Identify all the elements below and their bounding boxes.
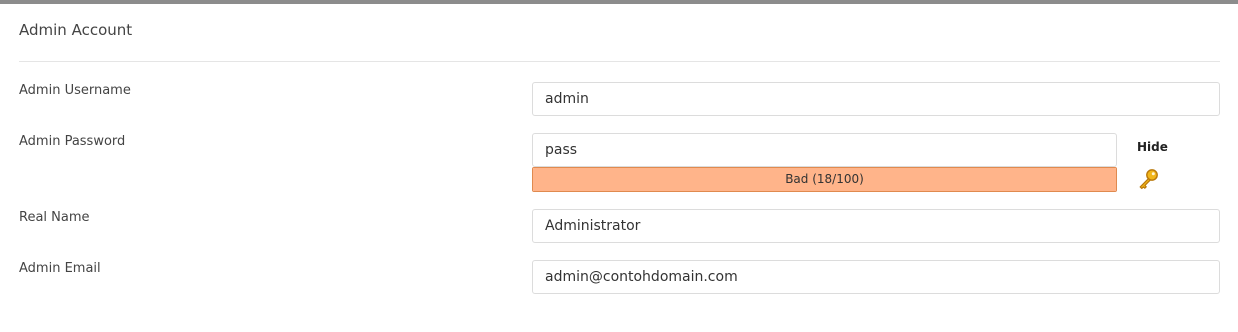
hide-password-toggle[interactable]: Hide bbox=[1137, 140, 1168, 154]
admin-username-input[interactable] bbox=[532, 82, 1220, 116]
admin-email-input[interactable] bbox=[532, 260, 1220, 294]
admin-account-panel: Admin Account Admin Username Admin Passw… bbox=[0, 0, 1238, 332]
admin-username-label: Admin Username bbox=[19, 83, 131, 98]
admin-email-label: Admin Email bbox=[19, 261, 101, 276]
section-divider bbox=[19, 61, 1220, 62]
admin-password-label: Admin Password bbox=[19, 134, 126, 149]
password-strength-text: Bad (18/100) bbox=[785, 172, 864, 186]
key-icon[interactable] bbox=[1137, 167, 1161, 191]
admin-password-input[interactable] bbox=[532, 133, 1117, 167]
section-title: Admin Account bbox=[19, 21, 133, 39]
real-name-input[interactable] bbox=[532, 209, 1220, 243]
real-name-label: Real Name bbox=[19, 210, 90, 225]
password-strength-meter: Bad (18/100) bbox=[532, 167, 1117, 192]
